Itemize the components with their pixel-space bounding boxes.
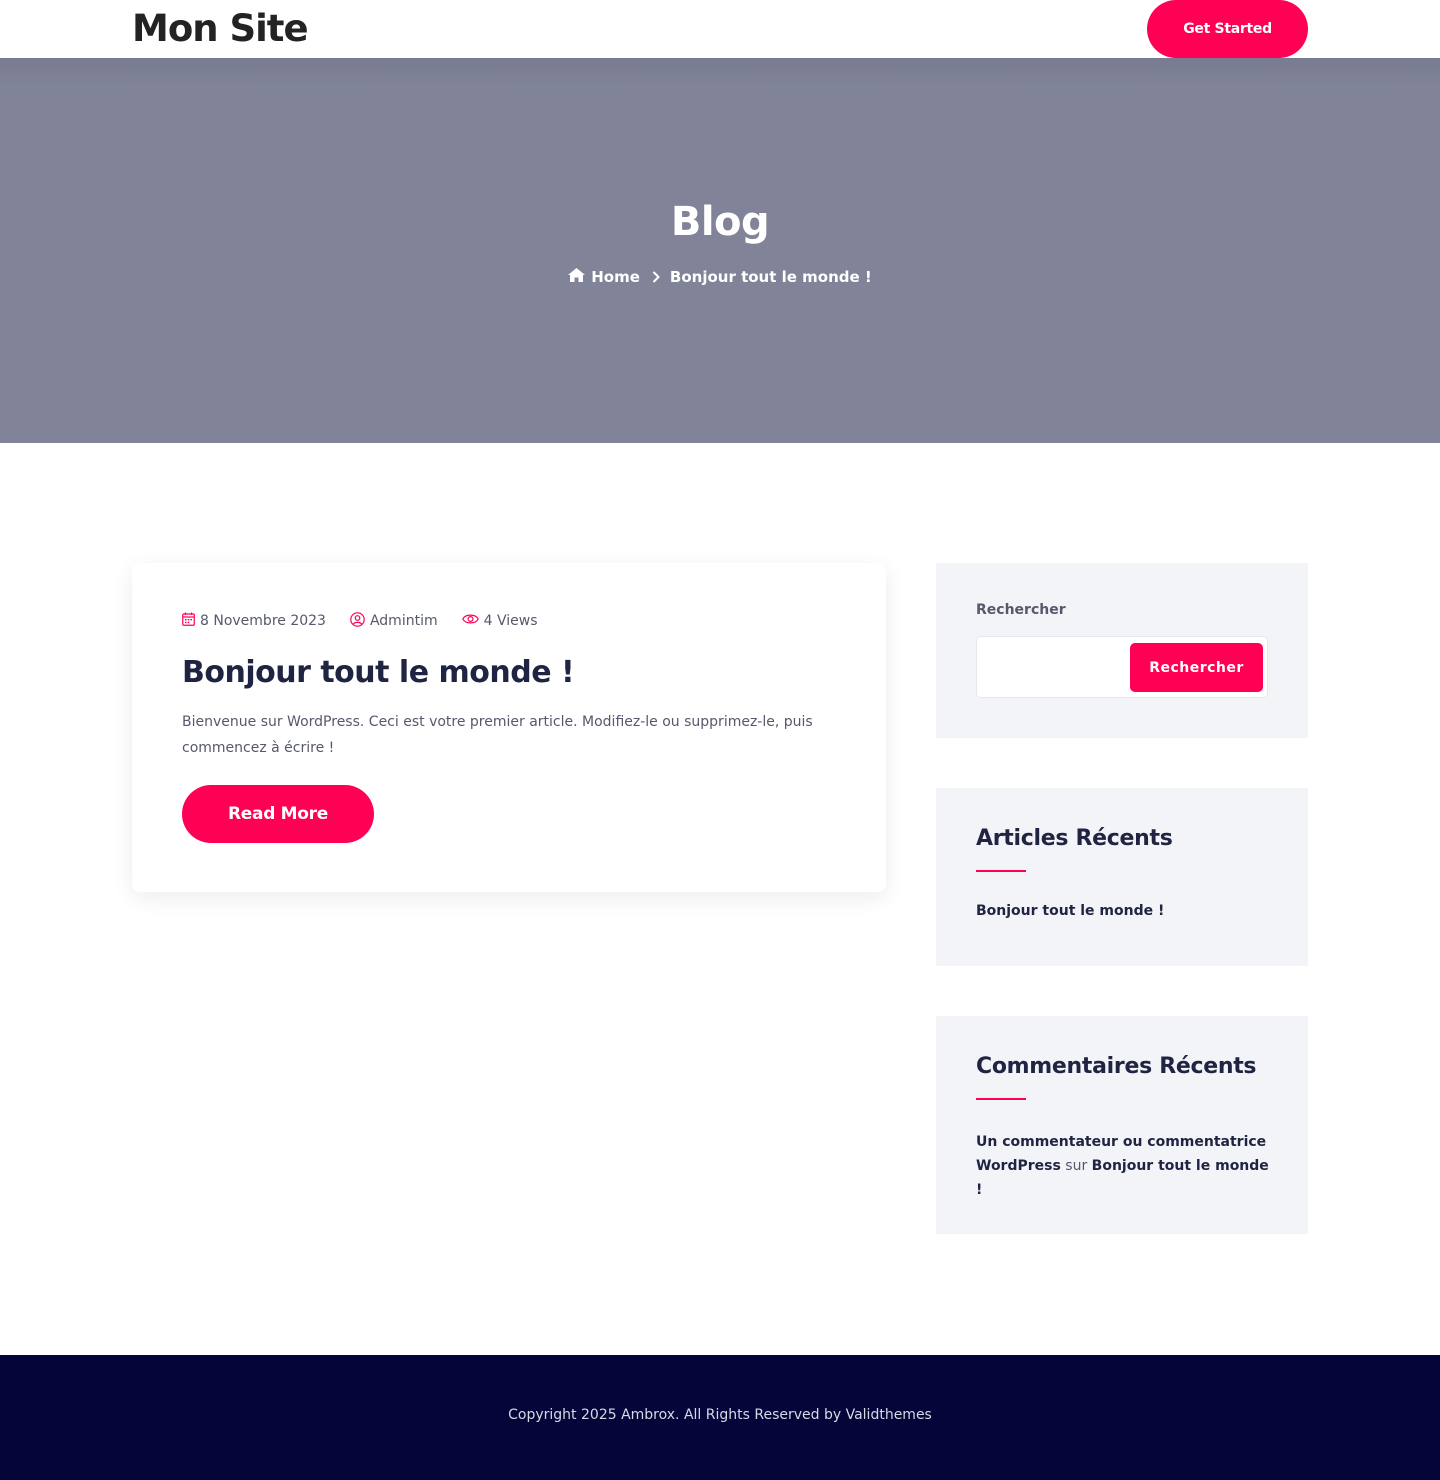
post-views: 4 Views xyxy=(461,613,538,629)
page-title: Blog xyxy=(670,199,770,245)
recent-comments-title: Commentaires Récents xyxy=(976,1054,1257,1079)
user-icon xyxy=(350,611,365,631)
title-underline xyxy=(976,870,1026,872)
site-logo[interactable]: Mon Site xyxy=(132,7,309,51)
post-title[interactable]: Bonjour tout le monde ! xyxy=(182,653,575,693)
comment-connector: sur xyxy=(1065,1158,1088,1174)
recent-posts-widget: Articles Récents Bonjour tout le monde ! xyxy=(936,788,1308,966)
site-header: Mon Site Get Started xyxy=(0,0,1440,58)
breadcrumb-current: Bonjour tout le monde ! xyxy=(669,268,872,286)
post-views-text: 4 Views xyxy=(483,613,538,629)
search-label: Rechercher xyxy=(976,602,1066,618)
page-hero xyxy=(0,58,1440,443)
breadcrumb-home-label: Home xyxy=(591,268,640,286)
home-icon xyxy=(568,268,586,286)
read-more-button[interactable]: Read More xyxy=(182,785,374,843)
search-form: Rechercher xyxy=(976,636,1268,698)
title-underline xyxy=(976,1098,1026,1100)
post-date-text: 8 Novembre 2023 xyxy=(200,613,326,629)
site-footer: Copyright 2025 Ambrox. All Rights Reserv… xyxy=(0,1355,1440,1480)
recent-post-link[interactable]: Bonjour tout le monde ! xyxy=(976,903,1164,919)
post-date: 8 Novembre 2023 xyxy=(182,612,326,630)
recent-posts-title: Articles Récents xyxy=(976,826,1173,851)
breadcrumb: Home Bonjour tout le monde ! xyxy=(0,266,1440,288)
search-button[interactable]: Rechercher xyxy=(1130,643,1263,692)
breadcrumb-home[interactable]: Home xyxy=(568,268,640,286)
post-author-text: Admintim xyxy=(369,613,438,629)
recent-comment-item: Un commentateur ou commentatrice WordPre… xyxy=(976,1130,1276,1202)
chevron-right-icon xyxy=(652,271,660,283)
recent-comments-widget: Commentaires Récents Un commentateur ou … xyxy=(936,1016,1308,1234)
post-author[interactable]: Admintim xyxy=(350,611,438,631)
post-card: 8 Novembre 2023 Admintim 4 Views Bonjour… xyxy=(132,563,886,892)
search-widget: Rechercher Rechercher xyxy=(936,563,1308,738)
get-started-button[interactable]: Get Started xyxy=(1147,0,1308,58)
post-excerpt: Bienvenue sur WordPress. Ceci est votre … xyxy=(182,714,813,756)
calendar-icon xyxy=(182,612,195,630)
copyright-text: Copyright 2025 Ambrox. All Rights Reserv… xyxy=(508,1407,932,1423)
header-shadow xyxy=(0,58,1440,88)
eye-icon xyxy=(461,613,479,629)
post-meta: 8 Novembre 2023 Admintim 4 Views xyxy=(182,611,561,631)
search-input[interactable] xyxy=(979,639,1125,695)
